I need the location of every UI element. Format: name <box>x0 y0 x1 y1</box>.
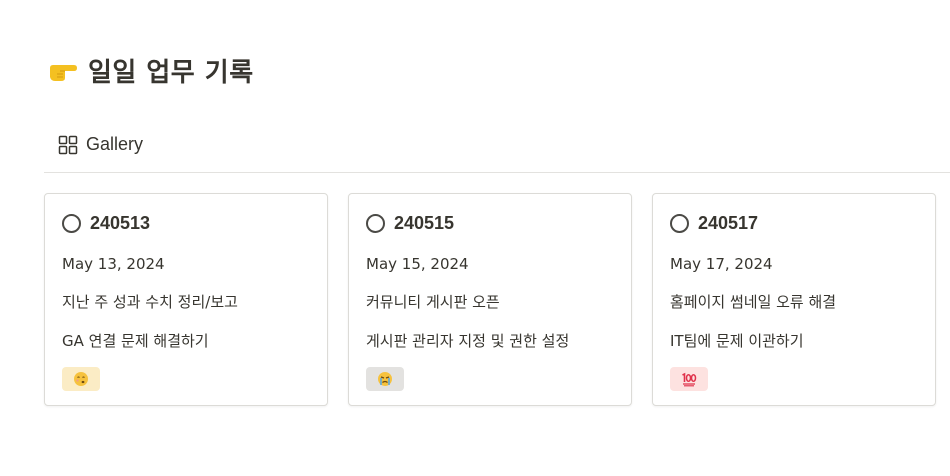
gallery-grid-icon <box>58 135 78 155</box>
card-task-1: 홈페이지 썸네일 오류 해결 <box>670 293 837 311</box>
tab-gallery-label: Gallery <box>86 134 144 154</box>
status-circle-icon <box>366 213 385 233</box>
hundred-points-emoji-icon <box>681 371 697 387</box>
gallery-cards: 240513 May 13, 2024 지난 주 성과 수치 정리/보고 GA … <box>44 193 936 406</box>
status-circle-icon <box>62 213 81 233</box>
card-task-2: 게시판 관리자 지정 및 권한 설정 <box>366 332 570 350</box>
card-date: May 13, 2024 <box>62 255 165 273</box>
card-title-row: 240517 <box>670 210 918 236</box>
card-title-row: 240513 <box>62 210 310 236</box>
card-title-row: 240515 <box>366 210 614 236</box>
face-emoji-icon <box>73 371 89 387</box>
gallery-card[interactable]: 240515 May 15, 2024 커뮤니티 게시판 오픈 게시판 관리자 … <box>348 193 632 406</box>
page-header: 일일 업무 기록 <box>48 52 254 89</box>
crying-face-emoji-icon <box>377 371 393 387</box>
card-task-2: IT팀에 문제 이관하기 <box>670 332 804 350</box>
card-task-1: 지난 주 성과 수치 정리/보고 <box>62 293 238 311</box>
card-task-1: 커뮤니티 게시판 오픈 <box>366 293 500 311</box>
mood-tag[interactable] <box>62 367 100 391</box>
card-date: May 15, 2024 <box>366 255 469 273</box>
page: 일일 업무 기록 Gallery 240513 May 13, 2024 지난 … <box>0 0 950 476</box>
tab-gallery[interactable]: Gallery <box>58 134 143 155</box>
view-divider <box>44 172 950 173</box>
pointing-hand-icon <box>48 59 78 83</box>
page-title: 일일 업무 기록 <box>88 58 254 88</box>
card-task-2: GA 연결 문제 해결하기 <box>62 332 209 350</box>
gallery-card[interactable]: 240517 May 17, 2024 홈페이지 썸네일 오류 해결 IT팀에 … <box>652 193 936 406</box>
card-title: 240513 <box>90 212 151 233</box>
status-circle-icon <box>670 213 689 233</box>
card-title: 240517 <box>698 212 759 233</box>
card-date: May 17, 2024 <box>670 255 773 273</box>
mood-tag[interactable] <box>366 367 404 391</box>
gallery-card[interactable]: 240513 May 13, 2024 지난 주 성과 수치 정리/보고 GA … <box>44 193 328 406</box>
card-title: 240515 <box>394 212 455 233</box>
mood-tag[interactable] <box>670 367 708 391</box>
